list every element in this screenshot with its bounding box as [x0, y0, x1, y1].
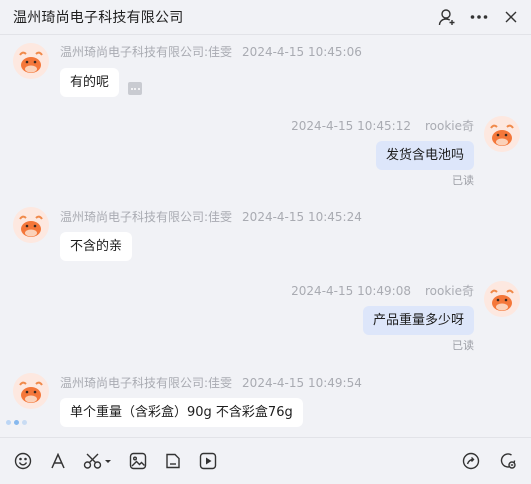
message-bubble[interactable]: 有的呢 [60, 68, 120, 97]
share-icon[interactable] [461, 451, 481, 471]
message-bubble[interactable]: 发货含电池吗 [375, 141, 474, 170]
sender-name: rookie奇 [424, 119, 474, 133]
avatar[interactable] [484, 281, 520, 317]
screenshot-icon[interactable] [83, 451, 113, 471]
message-meta: 2024-4-15 10:45:12 rookie奇 [291, 117, 474, 134]
message-meta: 温州琦尚电子科技有限公司:佳雯 2024-4-15 10:45:24 [60, 208, 362, 225]
message-time: 2024-4-15 10:49:54 [242, 376, 362, 390]
message-bubble[interactable]: 不含的亲 [60, 232, 133, 261]
avatar[interactable] [13, 43, 49, 79]
video-icon[interactable] [198, 451, 218, 471]
add-contact-icon[interactable] [437, 7, 457, 27]
file-icon[interactable] [163, 451, 183, 471]
image-icon[interactable] [128, 451, 148, 471]
chat-title: 温州琦尚电子科技有限公司 [13, 10, 184, 26]
chat-settings-icon[interactable] [498, 451, 518, 471]
chat-window: 温州琦尚电子科技有限公司 温州琦尚电子科技有限公司:佳雯 2024-4-15 1… [0, 0, 531, 484]
message-bubble[interactable]: 产品重量多少呀 [362, 306, 474, 335]
font-icon[interactable] [48, 451, 68, 471]
message-time: 2024-4-15 10:49:08 [291, 284, 411, 298]
message-meta: 温州琦尚电子科技有限公司:佳雯 2024-4-15 10:45:06 [60, 43, 362, 60]
input-toolbar [0, 437, 531, 484]
header-actions [437, 7, 521, 27]
more-icon[interactable] [469, 7, 489, 27]
avatar[interactable] [484, 116, 520, 152]
sender-name: 温州琦尚电子科技有限公司:佳雯 [60, 376, 233, 390]
chat-header: 温州琦尚电子科技有限公司 [0, 0, 531, 35]
sender-name: 温州琦尚电子科技有限公司:佳雯 [60, 210, 233, 224]
sender-name: rookie奇 [424, 284, 474, 298]
avatar[interactable] [13, 207, 49, 243]
message-more-icon[interactable] [128, 82, 142, 95]
avatar[interactable] [13, 373, 49, 409]
sender-name: 温州琦尚电子科技有限公司:佳雯 [60, 45, 233, 59]
message-meta: 2024-4-15 10:49:08 rookie奇 [291, 282, 474, 299]
message-time: 2024-4-15 10:45:06 [242, 45, 362, 59]
message-time: 2024-4-15 10:45:12 [291, 119, 411, 133]
emoji-icon[interactable] [13, 451, 33, 471]
close-icon[interactable] [501, 7, 521, 27]
message-meta: 温州琦尚电子科技有限公司:佳雯 2024-4-15 10:49:54 [60, 374, 362, 391]
message-bubble[interactable]: 单个重量（含彩盒）90g 不含彩盒76g [60, 398, 303, 427]
typing-indicator [6, 420, 27, 425]
read-status: 已读 [452, 174, 474, 187]
message-time: 2024-4-15 10:45:24 [242, 210, 362, 224]
read-status: 已读 [452, 339, 474, 352]
message-list[interactable]: 温州琦尚电子科技有限公司:佳雯 2024-4-15 10:45:06 有的呢 20… [0, 35, 531, 437]
